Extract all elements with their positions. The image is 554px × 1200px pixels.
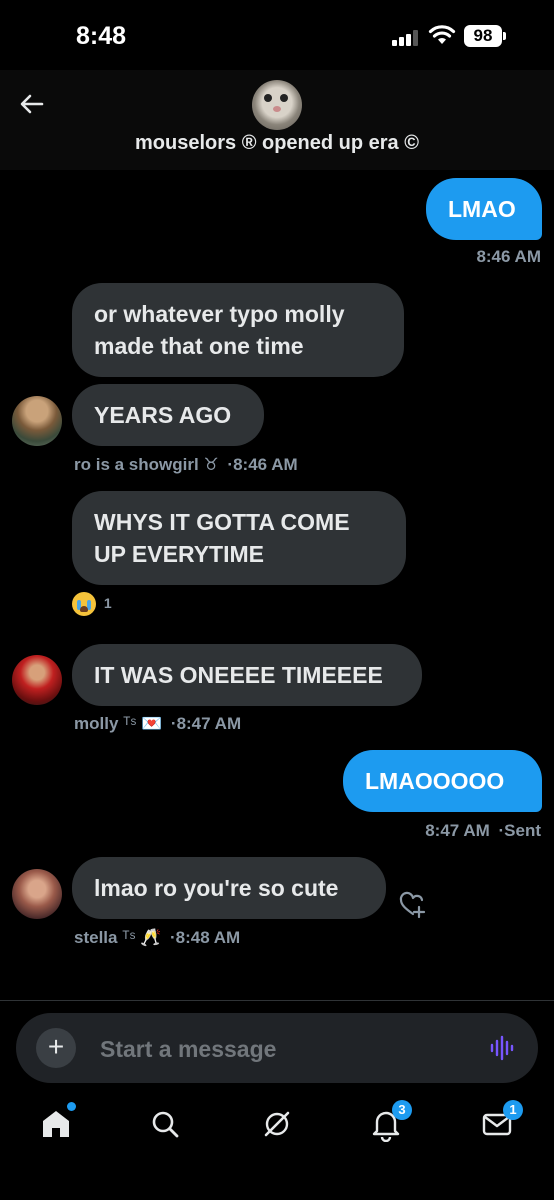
message-text: lmao ro you're so cute: [94, 875, 339, 901]
sender-name[interactable]: molly: [74, 714, 118, 733]
back-arrow-icon[interactable]: [16, 88, 48, 120]
message-bubble-incoming[interactable]: WHYS IT GOTTA COME UP EVERYTIME: [72, 491, 406, 585]
signal-icon: [392, 30, 422, 46]
message-meta: stella ᵀˢ 🥂 ·8:48 AM: [74, 928, 240, 948]
group-avatar[interactable]: [252, 80, 302, 130]
message-text: LMAO: [448, 196, 516, 222]
reaction[interactable]: 1: [72, 592, 112, 616]
message-bubble-incoming[interactable]: IT WAS ONEEEE TIMEEEE: [72, 644, 422, 706]
message-meta: ro is a showgirl ♉︎ ·8:46 AM: [74, 455, 298, 475]
message-text: IT WAS ONEEEE TIMEEEE: [94, 662, 383, 688]
message-composer: +: [16, 1013, 538, 1083]
notifications-badge: 3: [392, 1100, 412, 1120]
sender-flair: ♉︎: [203, 455, 219, 474]
bottom-tab-bar: 3 1: [0, 1096, 554, 1200]
message-bubble-incoming[interactable]: YEARS AGO: [72, 384, 264, 446]
sender-flair: ᵀˢ 💌: [123, 714, 163, 733]
avatar[interactable]: [12, 396, 62, 446]
message-bubble-outgoing[interactable]: LMAOOOOO: [343, 750, 542, 812]
message-timestamp: 8:46 AM: [476, 247, 541, 266]
tab-home[interactable]: [38, 1102, 76, 1142]
message-timestamp: ·8:48 AM: [169, 928, 241, 947]
tab-notifications[interactable]: 3: [368, 1100, 412, 1143]
message-text: WHYS IT GOTTA COME UP EVERYTIME: [94, 509, 350, 567]
message-input[interactable]: [100, 1033, 460, 1065]
search-icon: [152, 1111, 179, 1138]
battery-indicator: 98: [464, 25, 506, 47]
messages-badge: 1: [503, 1100, 523, 1120]
group-name[interactable]: mouselors ® opened up era ©: [0, 132, 554, 155]
message-bubble-incoming[interactable]: or whatever typo molly made that one tim…: [72, 283, 404, 377]
avatar[interactable]: [12, 655, 62, 705]
message-timestamp: ·8:46 AM: [227, 455, 298, 474]
tab-search[interactable]: [147, 1106, 183, 1142]
message-timestamp: 8:47 AM: [425, 821, 490, 840]
grok-icon: [264, 1111, 290, 1137]
message-text: LMAOOOOO: [365, 768, 505, 794]
avatar[interactable]: [12, 869, 62, 919]
message-meta: 8:47 AM ·Sent: [425, 821, 541, 841]
sender-name[interactable]: stella: [74, 928, 117, 947]
home-icon: [43, 1111, 69, 1137]
add-attachment-button[interactable]: +: [36, 1028, 76, 1068]
divider: [0, 1000, 554, 1001]
message-timestamp: ·8:47 AM: [170, 714, 242, 733]
message-status: ·Sent: [498, 821, 542, 840]
status-bar: 8:48 98: [0, 0, 554, 70]
wifi-icon: [428, 25, 456, 44]
message-bubble-incoming[interactable]: lmao ro you're so cute: [72, 857, 386, 919]
crying-emoji-icon: [72, 592, 96, 616]
message-text: YEARS AGO: [94, 402, 232, 428]
sender-name[interactable]: ro is a showgirl: [74, 455, 199, 474]
add-reaction-icon[interactable]: [398, 890, 428, 920]
reaction-count: 1: [103, 594, 112, 611]
message-meta: molly ᵀˢ 💌 ·8:47 AM: [74, 714, 241, 734]
status-time: 8:48: [76, 22, 127, 50]
tab-messages[interactable]: 1: [479, 1100, 523, 1142]
tab-grok[interactable]: [259, 1106, 295, 1142]
conversation-header: mouselors ® opened up era ©: [0, 70, 554, 170]
unread-dot: [67, 1102, 76, 1111]
message-text: or whatever typo molly made that one tim…: [94, 301, 345, 359]
voice-message-icon[interactable]: [488, 1034, 516, 1062]
message-bubble-outgoing[interactable]: LMAO: [426, 178, 542, 240]
sender-flair: ᵀˢ 🥂: [122, 928, 162, 947]
